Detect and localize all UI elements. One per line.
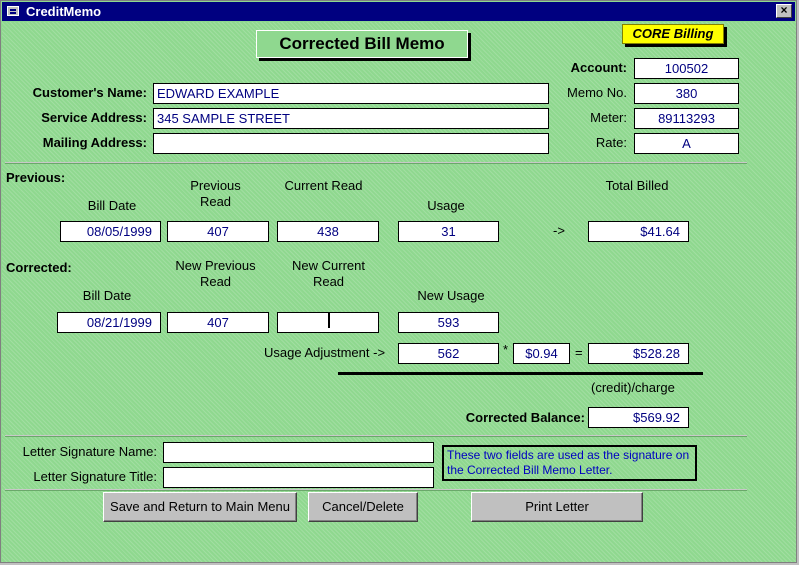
previous-section-label: Previous: bbox=[6, 170, 66, 185]
corrected-balance-field[interactable]: $569.92 bbox=[588, 407, 689, 428]
signature-title-field[interactable] bbox=[163, 467, 434, 488]
close-button[interactable]: × bbox=[776, 4, 792, 18]
memo-title: Corrected Bill Memo bbox=[256, 30, 468, 58]
rate-amount-field[interactable]: $0.94 bbox=[513, 343, 570, 364]
customer-name-label: Customer's Name: bbox=[32, 85, 147, 100]
corrected-bill-date-label: Bill Date bbox=[82, 288, 132, 303]
new-previous-read-label: New Previous Read bbox=[175, 258, 256, 289]
form-icon[interactable] bbox=[7, 6, 19, 16]
times-symbol: * bbox=[503, 342, 509, 357]
window-title: CreditMemo bbox=[26, 4, 102, 19]
total-billed-label: Total Billed bbox=[605, 178, 669, 193]
new-usage-field[interactable]: 593 bbox=[398, 312, 499, 333]
signature-name-field[interactable] bbox=[163, 442, 434, 463]
credit-charge-label: (credit)/charge bbox=[591, 380, 675, 395]
service-address-field[interactable]: 345 SAMPLE STREET bbox=[153, 108, 549, 129]
account-label: Account: bbox=[570, 60, 627, 75]
meter-label: Meter: bbox=[590, 110, 627, 125]
current-read-label: Current Read bbox=[284, 178, 363, 193]
text-cursor bbox=[328, 313, 330, 328]
total-rule bbox=[338, 372, 703, 375]
print-letter-button[interactable]: Print Letter bbox=[471, 492, 643, 522]
divider-1 bbox=[5, 162, 747, 164]
arrow-label: -> bbox=[553, 223, 565, 238]
current-read-field[interactable]: 438 bbox=[277, 221, 379, 242]
equals-symbol: = bbox=[575, 345, 583, 360]
usage-field[interactable]: 31 bbox=[398, 221, 499, 242]
credit-memo-window: CreditMemo × Corrected Bill Memo CORE Bi… bbox=[0, 0, 797, 563]
corrected-bill-date-field[interactable]: 08/21/1999 bbox=[57, 312, 161, 333]
divider-3 bbox=[5, 489, 747, 491]
total-billed-field[interactable]: $41.64 bbox=[588, 221, 689, 242]
new-current-read-label: New Current Read bbox=[292, 258, 365, 289]
memo-no-field[interactable]: 380 bbox=[634, 83, 739, 104]
memo-no-label: Memo No. bbox=[567, 85, 627, 100]
service-address-label: Service Address: bbox=[41, 110, 147, 125]
usage-adjustment-field[interactable]: 562 bbox=[398, 343, 499, 364]
corrected-section-label: Corrected: bbox=[6, 260, 72, 275]
mailing-address-field[interactable] bbox=[153, 133, 549, 154]
rate-field[interactable]: A bbox=[634, 133, 739, 154]
account-field[interactable]: 100502 bbox=[634, 58, 739, 79]
save-return-button[interactable]: Save and Return to Main Menu bbox=[103, 492, 297, 522]
form-body: Corrected Bill Memo CORE Billing Account… bbox=[2, 22, 796, 562]
meter-field[interactable]: 89113293 bbox=[634, 108, 739, 129]
adjustment-amount-field[interactable]: $528.28 bbox=[588, 343, 689, 364]
divider-2 bbox=[5, 435, 747, 437]
rate-label: Rate: bbox=[595, 135, 627, 150]
mailing-address-label: Mailing Address: bbox=[42, 135, 147, 150]
usage-adjustment-label: Usage Adjustment -> bbox=[264, 345, 386, 360]
signature-note: These two fields are used as the signatu… bbox=[442, 445, 697, 481]
title-bar: CreditMemo × bbox=[2, 2, 795, 21]
signature-name-label: Letter Signature Name: bbox=[22, 444, 157, 459]
core-billing-badge: CORE Billing bbox=[622, 24, 724, 44]
previous-bill-date-field[interactable]: 08/05/1999 bbox=[60, 221, 161, 242]
previous-read-label: Previous Read bbox=[190, 178, 241, 209]
previous-read-field[interactable]: 407 bbox=[167, 221, 269, 242]
previous-bill-date-label: Bill Date bbox=[87, 198, 137, 213]
signature-title-label: Letter Signature Title: bbox=[33, 469, 157, 484]
new-previous-read-field[interactable]: 407 bbox=[167, 312, 269, 333]
new-usage-label: New Usage bbox=[417, 288, 485, 303]
corrected-balance-label: Corrected Balance: bbox=[465, 410, 585, 425]
usage-label: Usage bbox=[427, 198, 465, 213]
customer-name-field[interactable]: EDWARD EXAMPLE bbox=[153, 83, 549, 104]
cancel-delete-button[interactable]: Cancel/Delete bbox=[308, 492, 418, 522]
